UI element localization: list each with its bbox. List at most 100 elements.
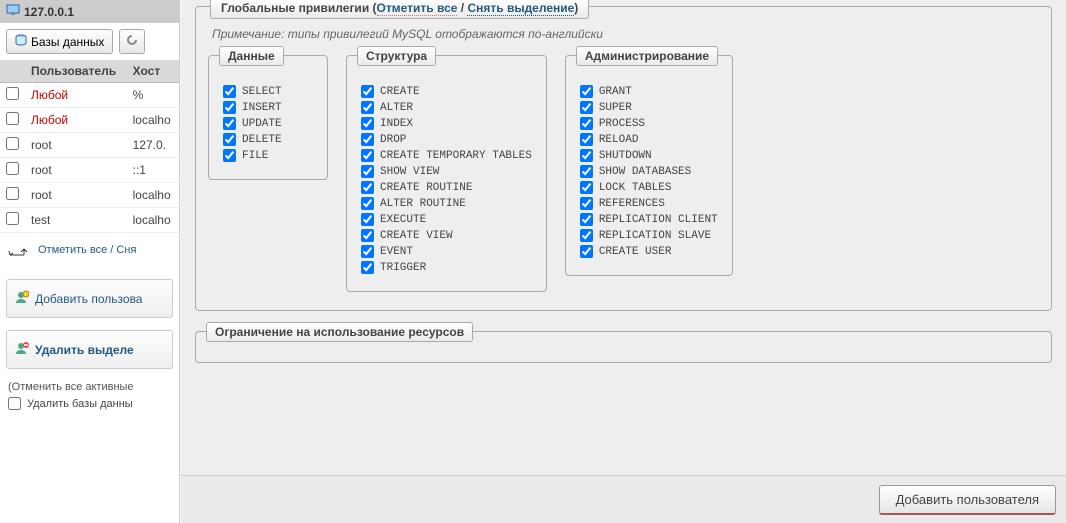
privilege-checkbox[interactable] <box>580 197 593 210</box>
table-row[interactable]: rootlocalho <box>0 183 179 208</box>
privilege-item[interactable]: ALTER ROUTINE <box>361 197 532 210</box>
arrow-up-icon <box>8 243 32 257</box>
select-all-link[interactable]: Отметить все / Сня <box>38 244 136 256</box>
privilege-checkbox[interactable] <box>580 181 593 194</box>
privilege-item[interactable]: GRANT <box>580 85 718 98</box>
privilege-label: CREATE VIEW <box>380 230 453 242</box>
add-user-link[interactable]: Добавить пользова <box>15 290 164 307</box>
table-row[interactable]: root::1 <box>0 158 179 183</box>
privilege-item[interactable]: SHUTDOWN <box>580 149 718 162</box>
privilege-checkbox[interactable] <box>580 149 593 162</box>
privilege-item[interactable]: CREATE ROUTINE <box>361 181 532 194</box>
table-row[interactable]: root127.0. <box>0 133 179 158</box>
privilege-checkbox[interactable] <box>361 101 374 114</box>
privilege-item[interactable]: CREATE USER <box>580 245 718 258</box>
privilege-checkbox[interactable] <box>361 197 374 210</box>
privilege-checkbox[interactable] <box>223 133 236 146</box>
privilege-item[interactable]: SHOW DATABASES <box>580 165 718 178</box>
privilege-label: SELECT <box>242 86 282 98</box>
add-user-icon <box>15 290 29 307</box>
privilege-item[interactable]: EVENT <box>361 245 532 258</box>
privilege-item[interactable]: SUPER <box>580 101 718 114</box>
privilege-group: ДанныеSELECTINSERTUPDATEDELETEFILE <box>208 55 328 180</box>
privilege-label: FILE <box>242 150 268 162</box>
privilege-checkbox[interactable] <box>580 133 593 146</box>
row-checkbox[interactable] <box>6 162 19 175</box>
check-all-link[interactable]: Отметить все <box>377 1 458 16</box>
privilege-checkbox[interactable] <box>580 229 593 242</box>
table-row[interactable]: Любойlocalho <box>0 108 179 133</box>
privilege-checkbox[interactable] <box>580 117 593 130</box>
uncheck-all-link[interactable]: Снять выделение <box>467 1 574 16</box>
privilege-item[interactable]: RELOAD <box>580 133 718 146</box>
privilege-item[interactable]: CREATE VIEW <box>361 229 532 242</box>
privilege-item[interactable]: TRIGGER <box>361 261 532 274</box>
privilege-item[interactable]: REPLICATION SLAVE <box>580 229 718 242</box>
privilege-checkbox[interactable] <box>223 117 236 130</box>
privilege-checkbox[interactable] <box>361 213 374 226</box>
privilege-item[interactable]: PROCESS <box>580 117 718 130</box>
row-checkbox[interactable] <box>6 87 19 100</box>
privilege-label: SHOW DATABASES <box>599 166 691 178</box>
privilege-checkbox[interactable] <box>361 165 374 178</box>
row-checkbox[interactable] <box>6 137 19 150</box>
delete-users-label: Удалить выделе <box>35 343 134 357</box>
privilege-item[interactable]: CREATE TEMPORARY TABLES <box>361 149 532 162</box>
resources-fieldset: Ограничение на использование ресурсов <box>195 331 1052 363</box>
delete-db-checkbox[interactable] <box>8 397 21 410</box>
refresh-button[interactable] <box>119 29 145 54</box>
privilege-checkbox[interactable] <box>580 245 593 258</box>
privilege-item[interactable]: INDEX <box>361 117 532 130</box>
privilege-group: АдминистрированиеGRANTSUPERPROCESSRELOAD… <box>565 55 733 276</box>
privilege-checkbox[interactable] <box>361 181 374 194</box>
privilege-item[interactable]: DELETE <box>223 133 313 146</box>
privilege-checkbox[interactable] <box>223 85 236 98</box>
privilege-item[interactable]: INSERT <box>223 101 313 114</box>
privilege-item[interactable]: DROP <box>361 133 532 146</box>
privilege-item[interactable]: REPLICATION CLIENT <box>580 213 718 226</box>
row-user: root <box>25 158 127 183</box>
privilege-label: CREATE <box>380 86 420 98</box>
privilege-checkbox[interactable] <box>223 101 236 114</box>
privilege-checkbox[interactable] <box>580 165 593 178</box>
databases-button[interactable]: Базы данных <box>6 29 113 54</box>
privilege-item[interactable]: EXECUTE <box>361 213 532 226</box>
privilege-item[interactable]: SHOW VIEW <box>361 165 532 178</box>
row-checkbox[interactable] <box>6 112 19 125</box>
sidebar: 127.0.0.1 Базы данных Пользователь Хост … <box>0 0 180 523</box>
privilege-label: GRANT <box>599 86 632 98</box>
privilege-checkbox[interactable] <box>580 101 593 114</box>
privilege-item[interactable]: CREATE <box>361 85 532 98</box>
privilege-checkbox[interactable] <box>361 149 374 162</box>
delete-users-header[interactable]: Удалить выделе <box>15 341 164 358</box>
row-user: root <box>25 183 127 208</box>
privilege-checkbox[interactable] <box>580 213 593 226</box>
privilege-checkbox[interactable] <box>580 85 593 98</box>
privilege-item[interactable]: LOCK TABLES <box>580 181 718 194</box>
privilege-item[interactable]: UPDATE <box>223 117 313 130</box>
privilege-label: SUPER <box>599 102 632 114</box>
privilege-checkbox[interactable] <box>361 245 374 258</box>
privilege-checkbox[interactable] <box>361 133 374 146</box>
privilege-label: SHUTDOWN <box>599 150 652 162</box>
table-row[interactable]: Любой% <box>0 83 179 108</box>
privilege-checkbox[interactable] <box>361 229 374 242</box>
privilege-item[interactable]: FILE <box>223 149 313 162</box>
privilege-label: LOCK TABLES <box>599 182 672 194</box>
privilege-label: REPLICATION SLAVE <box>599 230 711 242</box>
privilege-label: DELETE <box>242 134 282 146</box>
privilege-item[interactable]: SELECT <box>223 85 313 98</box>
add-user-button[interactable]: Добавить пользователя <box>879 485 1056 515</box>
privilege-checkbox[interactable] <box>361 85 374 98</box>
databases-button-label: Базы данных <box>31 35 104 49</box>
privilege-checkbox[interactable] <box>223 149 236 162</box>
privilege-checkbox[interactable] <box>361 261 374 274</box>
row-checkbox[interactable] <box>6 187 19 200</box>
privilege-item[interactable]: ALTER <box>361 101 532 114</box>
privilege-checkbox[interactable] <box>361 117 374 130</box>
resources-legend: Ограничение на использование ресурсов <box>206 322 473 342</box>
table-row[interactable]: testlocalho <box>0 208 179 233</box>
privilege-item[interactable]: REFERENCES <box>580 197 718 210</box>
database-icon <box>15 34 27 49</box>
row-checkbox[interactable] <box>6 212 19 225</box>
